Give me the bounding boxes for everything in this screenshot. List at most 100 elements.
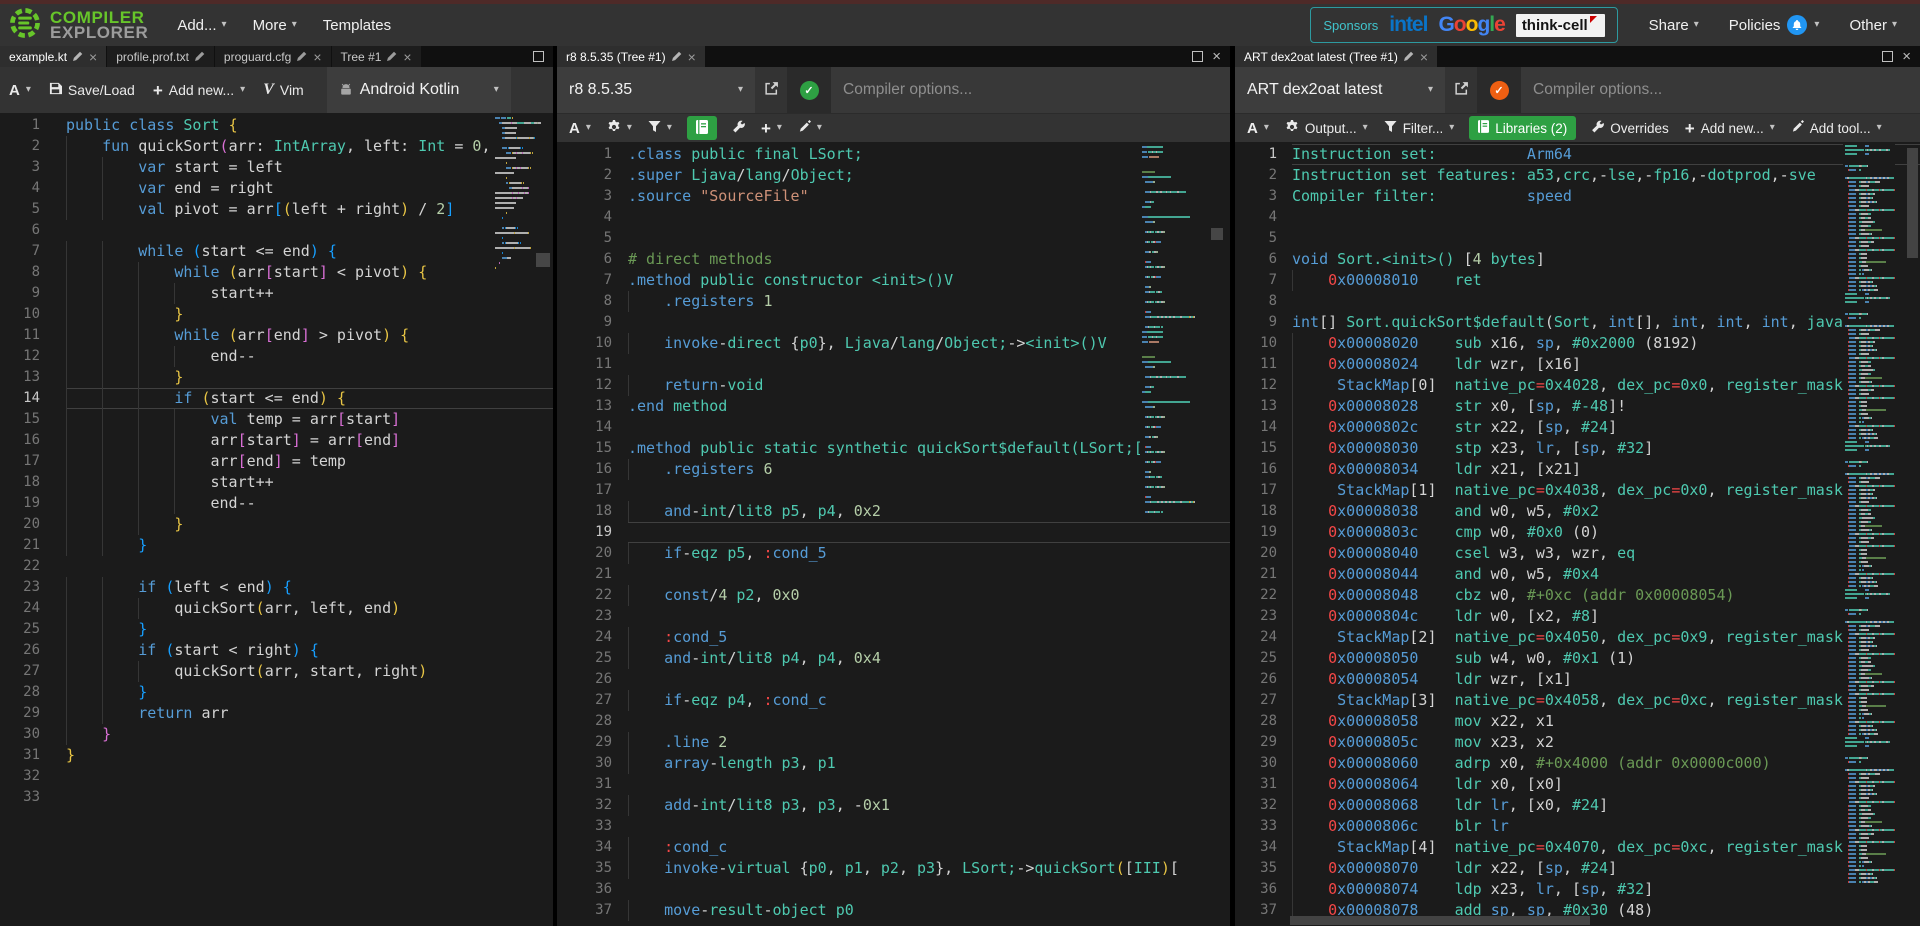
code-line: 17 StackMap[1] native_pc=0x4038, dex_pc=…	[1260, 480, 1852, 501]
pencil-icon[interactable]	[387, 50, 397, 64]
save-load-button[interactable]: Save/Load	[40, 67, 144, 113]
close-icon[interactable]: ×	[403, 50, 411, 64]
pencil-icon[interactable]	[73, 50, 83, 64]
menu-policies[interactable]: Policies ▾	[1716, 15, 1833, 35]
close-icon[interactable]: ×	[688, 50, 696, 64]
tab-example-kt[interactable]: example.kt ×	[0, 46, 107, 67]
chevron-down-icon: ▾	[1693, 19, 1699, 30]
close-icon[interactable]: ×	[313, 50, 321, 64]
pencil-icon[interactable]	[671, 50, 682, 64]
code-line: 15 val temp = arr[start]	[23, 409, 401, 430]
overrides-button[interactable]	[724, 114, 753, 142]
tab-profile-prof-txt[interactable]: profile.prof.txt	[107, 46, 214, 67]
intel-logo[interactable]: intel	[1389, 13, 1428, 37]
vertical-scrollbar-slider[interactable]	[1907, 148, 1918, 258]
code-line: 34 StackMap[4] native_pc=0x4070, dex_pc=…	[1260, 837, 1852, 858]
tab-label: ART dex2oat latest (Tree #1)	[1244, 49, 1398, 64]
add-tool-button[interactable]: Add tool... ▾	[1783, 114, 1890, 142]
overrides-button[interactable]: Overrides	[1583, 114, 1677, 142]
close-pane-icon[interactable]: ×	[1212, 49, 1221, 64]
compiler-select[interactable]: r8 8.5.35 ▾	[557, 67, 755, 113]
r8-toolbar: r8 8.5.35 ▾ ✓	[557, 67, 1230, 113]
libraries-button[interactable]	[686, 116, 717, 140]
code-line: 14 0x0000802c str x22, [sp, #24]	[1260, 417, 1618, 438]
tab-proguard-cfg[interactable]: proguard.cfg ×	[214, 46, 331, 67]
r8-output-editor[interactable]: 1 .class public final LSort; 2 .super Ljava…	[557, 142, 1230, 926]
pencil-icon[interactable]	[1403, 50, 1414, 64]
add-new-button[interactable]: + Add new... ▾	[144, 67, 254, 113]
external-link-icon	[764, 81, 779, 99]
source-code-editor[interactable]: 1 public class Sort {2 fun quickSort(arr:…	[0, 113, 553, 926]
open-compiler-website-button[interactable]	[1445, 67, 1477, 113]
menu-more-label: More	[252, 16, 287, 34]
code-line: 36 0x00008074 ldp x23, lr, [sp, #32]	[1260, 879, 1654, 900]
minimap[interactable]	[1843, 144, 1895, 884]
libraries-button[interactable]: Libraries (2)	[1469, 116, 1577, 140]
font-size-button[interactable]: A ▾	[0, 67, 40, 113]
maximize-icon[interactable]	[533, 51, 544, 62]
menu-add[interactable]: Add... ▾	[164, 4, 239, 46]
menu-share[interactable]: Share ▾	[1636, 17, 1712, 34]
compile-status-cell: ✓	[1477, 67, 1521, 113]
language-select[interactable]: Android Kotlin ▾	[326, 67, 511, 113]
code-line: 5	[603, 230, 612, 246]
compiler-options-input[interactable]	[1521, 67, 1920, 113]
pencil-icon[interactable]	[194, 50, 205, 64]
code-line: 6 void Sort.<init>() [4 bytes]	[1268, 250, 1545, 268]
tab-r8[interactable]: r8 8.5.35 (Tree #1) ×	[557, 46, 705, 67]
close-icon[interactable]: ×	[1420, 50, 1428, 64]
code-line: 29 0x0000805c mov x23, x2	[1260, 732, 1554, 753]
font-size-button[interactable]: A ▾	[561, 114, 599, 142]
chevron-down-icon: ▾	[585, 122, 591, 133]
close-pane-icon[interactable]: ×	[1902, 49, 1911, 64]
external-link-icon	[1454, 81, 1469, 99]
vim-toggle-button[interactable]: V Vim	[254, 67, 313, 113]
source-editor-pane: example.kt × profile.prof.txt proguard.c…	[0, 46, 553, 926]
main-navbar: COMPILER EXPLORER Add... ▾ More ▾ Template…	[0, 4, 1920, 46]
scrollbar-slider[interactable]	[1211, 228, 1223, 240]
menu-other[interactable]: Other ▾	[1836, 17, 1910, 34]
filter-button[interactable]: ▾	[640, 114, 680, 142]
compiler-explorer-logo[interactable]: COMPILER EXPLORER	[0, 6, 164, 45]
horizontal-scrollbar-slider[interactable]	[1290, 916, 1590, 925]
sponsors-label: Sponsors	[1323, 17, 1379, 33]
add-tool-button[interactable]: ▾	[790, 114, 830, 142]
menu-templates[interactable]: Templates	[310, 4, 404, 46]
output-options-button[interactable]: Output... ▾	[1277, 114, 1376, 142]
art-output-editor[interactable]: 1 Instruction set: Arm64 2 Instruction set …	[1235, 142, 1920, 926]
chevron-down-icon: ▾	[1876, 122, 1882, 133]
sponsors-box[interactable]: Sponsors intel Google think-cell	[1310, 7, 1618, 43]
maximize-icon[interactable]	[1192, 51, 1204, 62]
code-line: 31}	[23, 746, 76, 764]
code-line: 10 }	[23, 304, 184, 325]
code-line: 2 Instruction set features: a53,crc,-lse,…	[1268, 166, 1816, 184]
code-line: 23 if (left < end) {	[23, 577, 292, 598]
filter-button[interactable]: Filter... ▾	[1376, 114, 1463, 142]
tab-tree-1[interactable]: Tree #1 ×	[331, 46, 421, 67]
compiler-select[interactable]: ART dex2oat latest ▾	[1235, 67, 1445, 113]
minimap[interactable]	[1140, 144, 1195, 514]
thinkcell-logo[interactable]: think-cell	[1515, 13, 1605, 37]
compiler-options-input[interactable]	[831, 67, 1230, 113]
scrollbar-slider[interactable]	[536, 253, 550, 267]
chevron-down-icon: ▾	[737, 84, 743, 95]
menu-more[interactable]: More ▾	[240, 4, 310, 46]
add-new-button[interactable]: + ▾	[753, 114, 790, 142]
tab-art[interactable]: ART dex2oat latest (Tree #1) ×	[1235, 46, 1438, 67]
font-size-button[interactable]: A ▾	[1239, 114, 1277, 142]
code-line: 19	[557, 522, 1230, 543]
output-options-button[interactable]: ▾	[599, 114, 640, 142]
wrench-icon	[1591, 120, 1605, 136]
r8-compiler-pane: r8 8.5.35 (Tree #1) × × r8 8.5.35 ▾ ✓ A▾…	[557, 46, 1230, 926]
maximize-icon[interactable]	[1882, 51, 1894, 62]
pencil-icon[interactable]	[297, 50, 307, 64]
google-logo[interactable]: Google	[1438, 13, 1505, 37]
code-line: 31	[595, 776, 612, 792]
code-line: 1 public class Sort {	[31, 116, 238, 134]
code-line: 12 end--	[23, 346, 256, 367]
close-icon[interactable]: ×	[89, 50, 97, 64]
add-new-button[interactable]: + Add new... ▾	[1677, 114, 1783, 142]
open-compiler-website-button[interactable]	[755, 67, 787, 113]
floppy-icon	[49, 82, 62, 98]
funnel-icon	[1384, 120, 1397, 136]
